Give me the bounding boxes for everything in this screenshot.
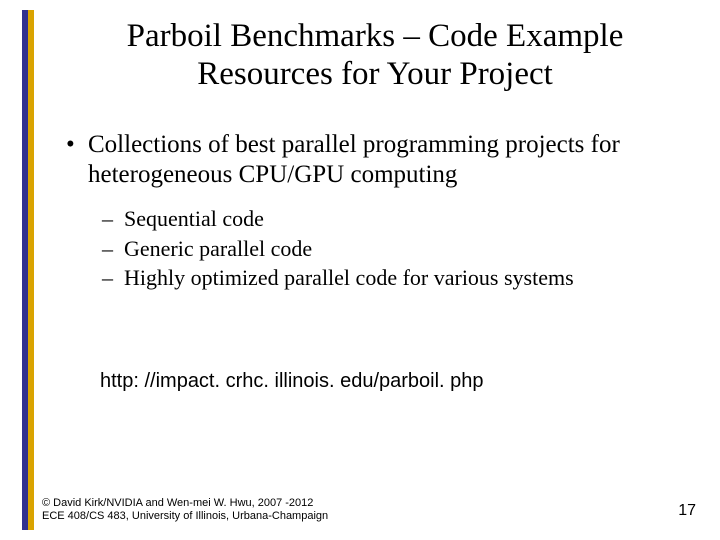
- title-line-1: Parboil Benchmarks – Code Example: [127, 18, 624, 54]
- page-number: 17: [678, 502, 696, 520]
- sub-bullet: Generic parallel code: [102, 234, 690, 264]
- slide-title: Parboil Benchmarks – Code Example Resour…: [60, 18, 690, 94]
- accent-stripe-gold: [28, 10, 34, 530]
- footer: © David Kirk/NVIDIA and Wen-mei W. Hwu, …: [42, 497, 328, 525]
- slide-body: Collections of best parallel programming…: [60, 130, 690, 293]
- sub-bullet: Sequential code: [102, 204, 690, 234]
- title-line-2: Resources for Your Project: [197, 56, 553, 92]
- footer-line-1: © David Kirk/NVIDIA and Wen-mei W. Hwu, …: [42, 497, 313, 509]
- sub-bullet: Highly optimized parallel code for vario…: [102, 263, 690, 293]
- footer-line-2: ECE 408/CS 483, University of Illinois, …: [42, 510, 328, 522]
- reference-url: http: //impact. crhc. illinois. edu/parb…: [100, 370, 484, 393]
- sub-bullet-list: Sequential code Generic parallel code Hi…: [102, 204, 690, 293]
- slide: Parboil Benchmarks – Code Example Resour…: [0, 0, 720, 540]
- bullet-main: Collections of best parallel programming…: [60, 130, 690, 190]
